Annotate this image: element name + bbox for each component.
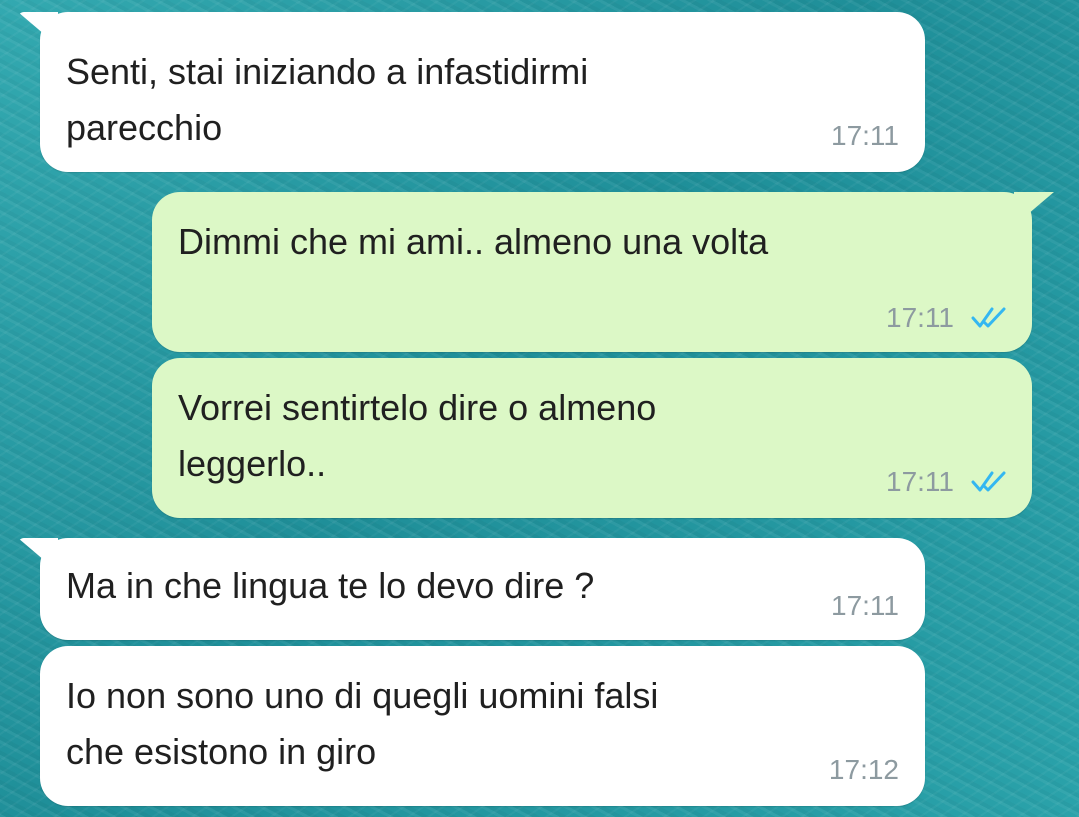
message-bubble-incoming[interactable]: Io non sono uno di quegli uomini falsi c…	[40, 646, 925, 806]
message-bubble-outgoing[interactable]: Dimmi che mi ami.. almeno una volta 17:1…	[152, 192, 1054, 352]
message-bubble-outgoing[interactable]: Vorrei sentirtelo dire o almeno leggerlo…	[152, 358, 1032, 518]
message-text: Senti, stai iniziando a infastidirmi par…	[66, 51, 589, 148]
message-text: Ma in che lingua te lo devo dire ?	[66, 565, 595, 606]
double-check-icon	[971, 471, 1006, 492]
message-timestamp: 17:11	[886, 466, 954, 497]
message-bubble-incoming[interactable]: Senti, stai iniziando a infastidirmi par…	[18, 12, 925, 172]
double-check-icon	[971, 307, 1006, 328]
message-timestamp: 17:11	[886, 302, 954, 333]
bubble-tail	[18, 12, 58, 46]
message-text: Io non sono uno di quegli uomini falsi c…	[66, 675, 659, 772]
message-timestamp: 17:12	[828, 754, 899, 785]
message-text: Vorrei sentirtelo dire o almeno leggerlo…	[178, 387, 657, 484]
message-text: Dimmi che mi ami.. almeno una volta	[178, 221, 769, 262]
message-timestamp: 17:11	[831, 120, 899, 151]
message-bubble-incoming[interactable]: Ma in che lingua te lo devo dire ? 17:11	[18, 538, 925, 640]
bubble-tail	[18, 538, 58, 572]
bubble-tail	[1014, 192, 1054, 226]
message-timestamp: 17:11	[831, 590, 899, 621]
